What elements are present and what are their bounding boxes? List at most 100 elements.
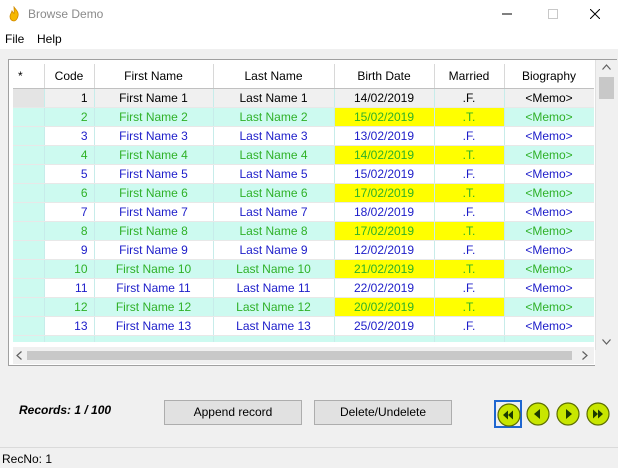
cell-birth-date[interactable]: 17/02/2019 — [334, 183, 435, 203]
first-record-button[interactable] — [494, 400, 522, 428]
cell-code[interactable]: 13 — [44, 316, 95, 336]
cell-birth-date[interactable]: 25/02/2019 — [334, 316, 435, 336]
table-row[interactable]: 1 First Name 1 Last Name 1 14/02/2019 .F… — [13, 88, 594, 108]
menu-file[interactable]: File — [5, 32, 24, 46]
cell-first-name[interactable]: First Name 12 — [94, 297, 214, 317]
cell-first-name[interactable]: First Name 1 — [94, 88, 214, 108]
table-row[interactable]: 9 First Name 9 Last Name 9 12/02/2019 .F… — [13, 240, 594, 260]
cell-biography[interactable]: <Memo> — [504, 145, 594, 165]
cell-first-name[interactable]: First Name 8 — [94, 221, 214, 241]
cell-last-name[interactable]: Last Name 7 — [213, 202, 335, 222]
cell-biography[interactable]: <Memo> — [504, 278, 594, 298]
cell-married[interactable]: .T. — [434, 183, 505, 203]
cell-code[interactable]: 10 — [44, 259, 95, 279]
table-row[interactable]: 3 First Name 3 Last Name 3 13/02/2019 .F… — [13, 126, 594, 146]
row-indicator[interactable] — [13, 107, 45, 127]
browse-grid[interactable]: * Code First Name Last Name Birth Date M… — [8, 59, 617, 366]
column-header-biography[interactable]: Biography — [504, 64, 594, 89]
vertical-scroll-thumb[interactable] — [599, 77, 614, 99]
column-header-married[interactable]: Married — [434, 64, 505, 89]
cell-married[interactable]: .T. — [434, 259, 505, 279]
cell-code[interactable]: 5 — [44, 164, 95, 184]
cell-married[interactable]: .T. — [434, 107, 505, 127]
cell-married[interactable]: .F. — [434, 316, 505, 336]
cell-last-name[interactable]: Last Name 4 — [213, 145, 335, 165]
row-indicator[interactable] — [13, 183, 45, 203]
cell-married[interactable]: .T. — [434, 145, 505, 165]
column-header-indicator[interactable]: * — [13, 64, 45, 89]
cell-code[interactable]: 12 — [44, 297, 95, 317]
row-indicator[interactable] — [13, 202, 45, 222]
cell-last-name[interactable]: Last Name 8 — [213, 221, 335, 241]
cell-first-name[interactable]: First Name 10 — [94, 259, 214, 279]
scroll-right-icon[interactable] — [582, 351, 588, 360]
column-header-birth-date[interactable]: Birth Date — [334, 64, 435, 89]
cell-code[interactable]: 1 — [44, 88, 95, 108]
table-row[interactable]: 6 First Name 6 Last Name 6 17/02/2019 .T… — [13, 183, 594, 203]
close-button[interactable] — [572, 0, 618, 30]
cell-married[interactable]: .F. — [434, 88, 505, 108]
table-row[interactable]: 11 First Name 11 Last Name 11 22/02/2019… — [13, 278, 594, 298]
table-row[interactable]: 2 First Name 2 Last Name 2 15/02/2019 .T… — [13, 107, 594, 127]
table-row[interactable]: 7 First Name 7 Last Name 7 18/02/2019 .F… — [13, 202, 594, 222]
title-bar[interactable]: Browse Demo — [0, 0, 618, 30]
cell-birth-date[interactable]: 21/02/2019 — [334, 259, 435, 279]
grid-viewport[interactable]: * Code First Name Last Name Birth Date M… — [13, 64, 594, 342]
cell-birth-date[interactable]: 15/02/2019 — [334, 164, 435, 184]
cell-birth-date[interactable]: 14/02/2019 — [334, 145, 435, 165]
cell-first-name[interactable]: First Name 11 — [94, 278, 214, 298]
cell-last-name[interactable]: Last Name 11 — [213, 278, 335, 298]
cell-birth-date[interactable]: 15/02/2019 — [334, 107, 435, 127]
cell-first-name[interactable]: First Name 9 — [94, 240, 214, 260]
row-indicator[interactable] — [13, 126, 45, 146]
cell-biography[interactable]: <Memo> — [504, 316, 594, 336]
cell-married[interactable]: .T. — [434, 297, 505, 317]
table-row[interactable]: 5 First Name 5 Last Name 5 15/02/2019 .F… — [13, 164, 594, 184]
append-record-button[interactable]: Append record — [164, 400, 302, 425]
minimize-button[interactable] — [484, 0, 530, 30]
cell-first-name[interactable]: First Name 4 — [94, 145, 214, 165]
cell-last-name[interactable]: Last Name 6 — [213, 183, 335, 203]
table-row[interactable]: 12 First Name 12 Last Name 12 20/02/2019… — [13, 297, 594, 317]
row-indicator[interactable] — [13, 316, 45, 336]
cell-biography[interactable]: <Memo> — [504, 221, 594, 241]
cell-biography[interactable]: <Memo> — [504, 240, 594, 260]
cell-first-name[interactable]: First Name 2 — [94, 107, 214, 127]
cell-married[interactable]: .T. — [434, 221, 505, 241]
row-indicator[interactable] — [13, 278, 45, 298]
cell-married[interactable]: .F. — [434, 126, 505, 146]
cell-birth-date[interactable]: 12/02/2019 — [334, 240, 435, 260]
cell-biography[interactable]: <Memo> — [504, 88, 594, 108]
table-row[interactable]: 4 First Name 4 Last Name 4 14/02/2019 .T… — [13, 145, 594, 165]
cell-code[interactable]: 3 — [44, 126, 95, 146]
cell-last-name[interactable]: Last Name 12 — [213, 297, 335, 317]
maximize-button[interactable] — [530, 0, 576, 30]
cell-first-name[interactable]: First Name 5 — [94, 164, 214, 184]
prev-record-button[interactable] — [524, 400, 552, 428]
vertical-scrollbar[interactable] — [595, 60, 617, 350]
cell-birth-date[interactable]: 22/02/2019 — [334, 278, 435, 298]
column-header-last-name[interactable]: Last Name — [213, 64, 335, 89]
row-indicator[interactable] — [13, 221, 45, 241]
cell-code[interactable]: 7 — [44, 202, 95, 222]
cell-first-name[interactable]: First Name 7 — [94, 202, 214, 222]
cell-biography[interactable]: <Memo> — [504, 297, 594, 317]
cell-code[interactable]: 6 — [44, 183, 95, 203]
cell-birth-date[interactable]: 14/02/2019 — [334, 88, 435, 108]
cell-biography[interactable]: <Memo> — [504, 164, 594, 184]
cell-married[interactable]: .F. — [434, 240, 505, 260]
cell-biography[interactable]: <Memo> — [504, 202, 594, 222]
cell-last-name[interactable]: Last Name 10 — [213, 259, 335, 279]
cell-code[interactable]: 2 — [44, 107, 95, 127]
cell-code[interactable]: 11 — [44, 278, 95, 298]
cell-last-name[interactable]: Last Name 13 — [213, 316, 335, 336]
row-indicator[interactable] — [13, 259, 45, 279]
scroll-up-icon[interactable] — [602, 64, 611, 70]
scroll-down-icon[interactable] — [602, 339, 611, 345]
cell-last-name[interactable]: Last Name 2 — [213, 107, 335, 127]
cell-birth-date[interactable]: 13/02/2019 — [334, 126, 435, 146]
cell-married[interactable]: .F. — [434, 202, 505, 222]
row-indicator[interactable] — [13, 88, 45, 108]
cell-first-name[interactable]: First Name 6 — [94, 183, 214, 203]
cell-last-name[interactable]: Last Name 9 — [213, 240, 335, 260]
